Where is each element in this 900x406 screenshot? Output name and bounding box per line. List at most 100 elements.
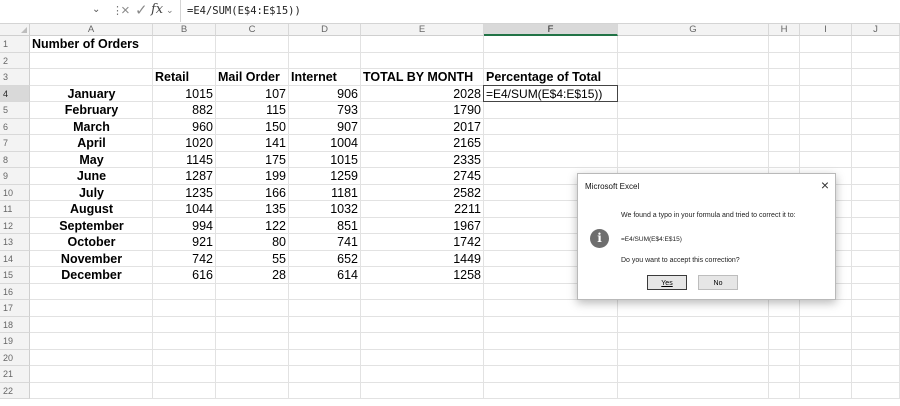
header-total-by-month: TOTAL BY MONTH (363, 70, 474, 84)
formula-bar: ⌄ ⋮ × ✓ fx ⌄ =E4/SUM(E$4:E$15)) (0, 0, 900, 24)
row-header-21[interactable]: 21 (0, 366, 30, 383)
column-header-d[interactable]: D (289, 24, 361, 36)
yes-button[interactable]: Yes (647, 275, 687, 290)
name-box-dropdown-icon[interactable]: ⌄ (92, 4, 100, 15)
cell-retail: 1235 (185, 185, 213, 200)
cell-retail: 1020 (185, 136, 213, 150)
close-icon[interactable]: × (821, 177, 829, 193)
column-header-h[interactable]: H (769, 24, 800, 36)
cancel-icon[interactable]: × (121, 2, 130, 20)
column-header-a[interactable]: A (30, 24, 153, 36)
active-cell-value: =E4/SUM(E$4:E$15)) (486, 86, 603, 101)
cell-internet: 614 (337, 268, 358, 282)
cell-internet: 851 (337, 218, 358, 233)
month-label: June (76, 169, 107, 183)
cell-mail-order: 141 (265, 136, 286, 150)
row-header-1[interactable]: 1 (0, 36, 30, 53)
row-header-12[interactable]: 12 (0, 217, 30, 234)
gridline (30, 348, 900, 350)
month-label: March (73, 119, 110, 134)
month-label: February (64, 103, 119, 117)
cell-retail: 742 (192, 251, 213, 266)
row-header-6[interactable]: 6 (0, 118, 30, 135)
column-header-c[interactable]: C (216, 24, 289, 36)
row-header-14[interactable]: 14 (0, 250, 30, 267)
row-header-22[interactable]: 22 (0, 382, 30, 399)
column-header-f[interactable]: F (484, 24, 618, 36)
row-header-10[interactable]: 10 (0, 184, 30, 201)
month-label: April (77, 136, 106, 150)
cell-mail-order: 115 (266, 103, 286, 117)
cell-mail-order: 135 (265, 202, 286, 216)
cell-internet: 1015 (330, 152, 358, 167)
cell-internet: 1032 (330, 202, 358, 216)
cell-internet: 907 (337, 119, 358, 134)
cell-mail-order: 199 (265, 169, 286, 183)
row-header-4[interactable]: 4 (0, 85, 30, 102)
cell-retail: 616 (192, 268, 213, 282)
cell-mail-order: 122 (265, 218, 286, 233)
cell-mail-order: 28 (272, 268, 286, 282)
no-button[interactable]: No (698, 275, 738, 290)
row-header-13[interactable]: 13 (0, 234, 30, 251)
gridline (30, 365, 900, 366)
column-header-e[interactable]: E (361, 24, 484, 36)
cell-mail-order: 107 (265, 86, 286, 101)
month-label: January (67, 86, 116, 101)
info-icon: i (590, 229, 609, 248)
select-all-button[interactable] (0, 24, 30, 36)
column-header-b[interactable]: B (153, 24, 216, 36)
row-header-18[interactable]: 18 (0, 316, 30, 333)
cell-total: 2028 (453, 86, 481, 101)
row-header-11[interactable]: 11 (0, 201, 30, 218)
row-header-7[interactable]: 7 (0, 135, 30, 152)
column-header-j[interactable]: J (852, 24, 900, 36)
cell-mail-order: 175 (265, 152, 286, 167)
row-header-20[interactable]: 20 (0, 349, 30, 366)
cell-internet: 1259 (330, 169, 358, 183)
cell-mail-order: 80 (272, 235, 286, 249)
formula-input[interactable]: =E4/SUM(E$4:E$15)) (180, 0, 900, 22)
cell-total: 2582 (453, 185, 481, 200)
column-header-g[interactable]: G (618, 24, 769, 36)
cell-mail-order: 55 (272, 251, 286, 266)
row-header-17[interactable]: 17 (0, 300, 30, 317)
header-retail: Retail (155, 70, 190, 84)
month-label: December (61, 268, 122, 282)
autocorrect-dialog: Microsoft Excel × We found a typo in you… (577, 173, 836, 300)
cell-total: 2165 (453, 136, 481, 150)
row-header-16[interactable]: 16 (0, 283, 30, 300)
insert-function-icon[interactable]: fx (151, 2, 163, 17)
yes-button-label: Yes (661, 280, 673, 287)
gridline (30, 398, 900, 399)
cell-internet: 1004 (330, 136, 358, 150)
cell-retail: 1287 (185, 169, 213, 183)
dialog-question: Do you want to accept this correction? (621, 257, 740, 264)
enter-icon[interactable]: ✓ (135, 2, 148, 20)
row-header-9[interactable]: 9 (0, 168, 30, 185)
cell-retail: 960 (192, 119, 213, 134)
month-label: September (59, 218, 124, 233)
row-header-5[interactable]: 5 (0, 102, 30, 119)
cell-total: 1449 (453, 251, 481, 266)
cell-internet: 741 (337, 235, 358, 249)
cell-total: 1742 (453, 235, 481, 249)
dialog-message: We found a typo in your formula and trie… (621, 212, 796, 219)
dialog-title: Microsoft Excel (585, 182, 640, 191)
cell-total: 2335 (453, 152, 481, 167)
cell-internet: 793 (337, 103, 358, 117)
column-header-i[interactable]: I (800, 24, 852, 36)
gridline (30, 68, 900, 69)
row-header-15[interactable]: 15 (0, 267, 30, 284)
row-header-19[interactable]: 19 (0, 333, 30, 350)
name-box[interactable] (0, 3, 106, 19)
gridline (30, 381, 900, 383)
row-header-8[interactable]: 8 (0, 151, 30, 168)
row-header-2[interactable]: 2 (0, 52, 30, 69)
gridline (30, 315, 900, 317)
cell-mail-order: 166 (265, 185, 286, 200)
function-dropdown-icon[interactable]: ⌄ (166, 5, 174, 16)
row-header-3[interactable]: 3 (0, 69, 30, 86)
header-internet: Internet (291, 70, 337, 84)
cell-retail: 882 (192, 103, 213, 117)
